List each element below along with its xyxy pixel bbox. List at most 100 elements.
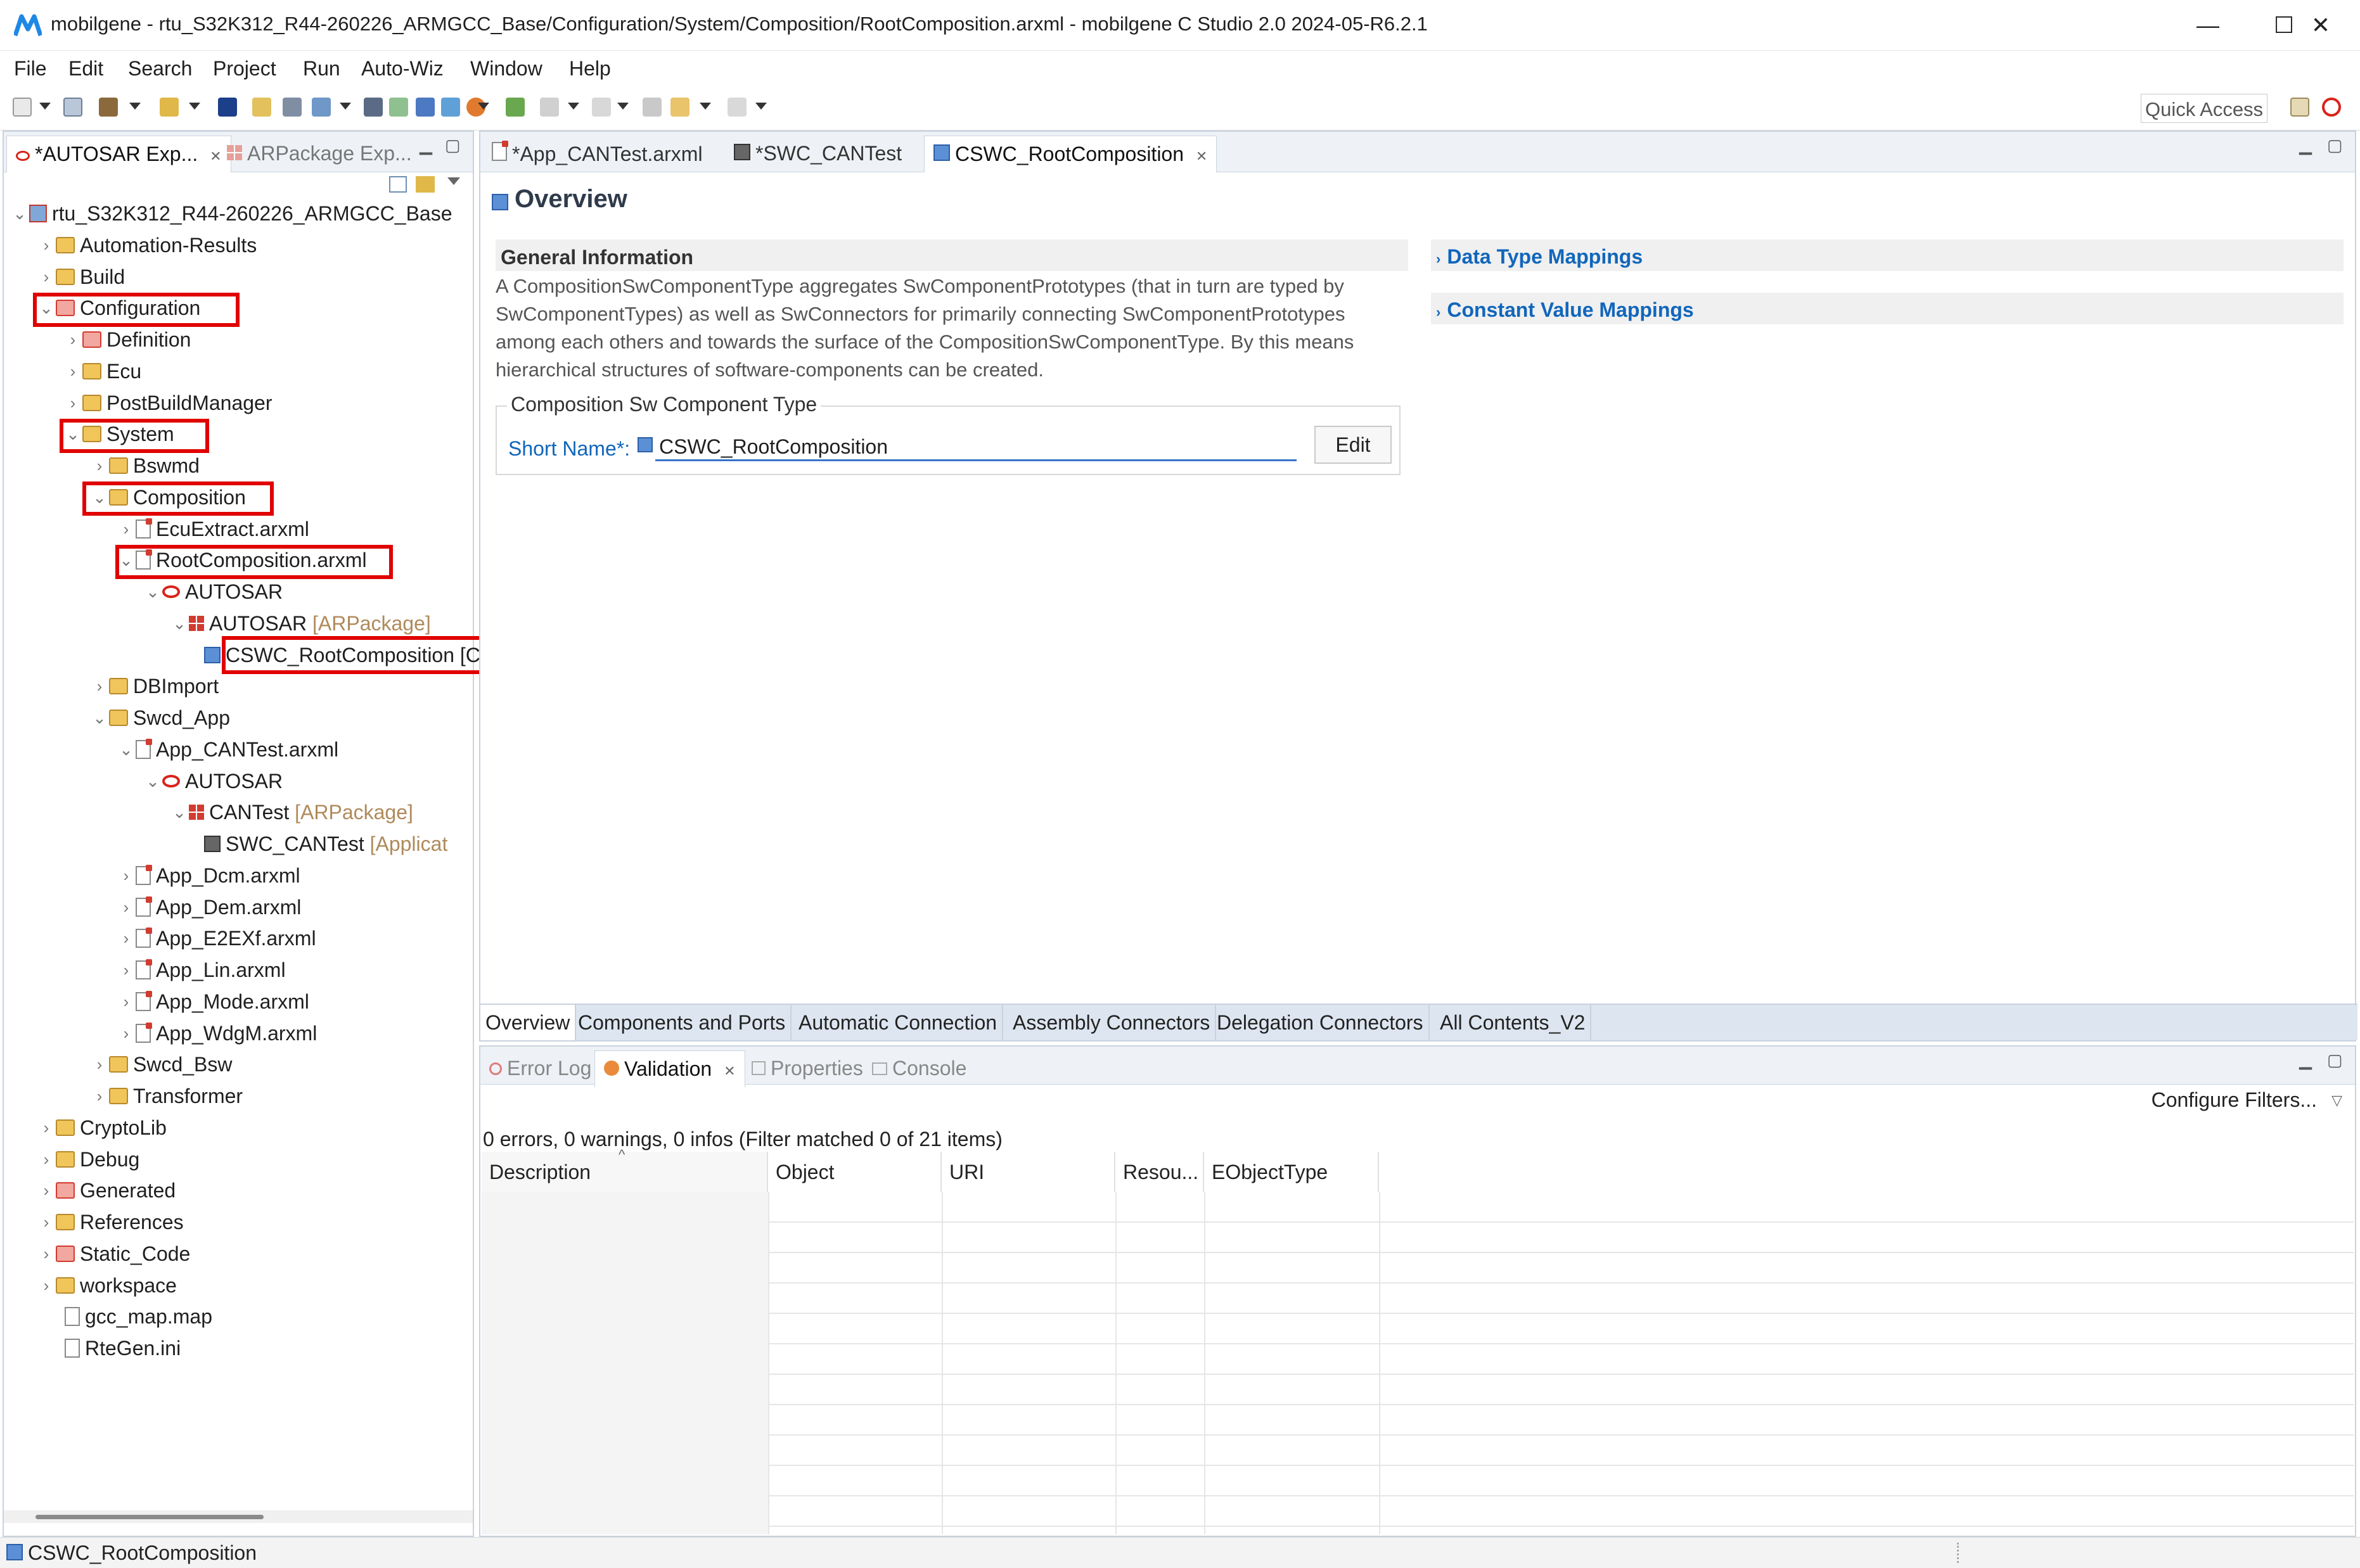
chevron-right-icon[interactable]: ›: [37, 236, 56, 255]
tree-item-generated[interactable]: › Generated: [37, 1175, 176, 1206]
annotation-dropdown-icon[interactable]: [617, 103, 629, 110]
tree-item-ecuextract[interactable]: › EcuExtract.arxml: [117, 513, 309, 545]
tab-arpackage-explorer[interactable]: ARPackage Exp...: [218, 136, 421, 172]
chevron-right-icon[interactable]: ›: [90, 677, 109, 696]
chevron-down-icon[interactable]: ⌄: [143, 772, 162, 791]
chevron-right-icon[interactable]: ›: [117, 519, 136, 539]
chevron-right-icon[interactable]: ›: [117, 898, 136, 917]
frame-icon[interactable]: [389, 98, 408, 117]
column-eobjecttype[interactable]: EObjectType: [1204, 1152, 1379, 1192]
page-tab-assembly-connectors[interactable]: Assembly Connectors: [1008, 1005, 1217, 1040]
chevron-down-icon[interactable]: ⌄: [90, 708, 109, 728]
link-icon[interactable]: [283, 98, 302, 117]
tree-item-static-code[interactable]: › Static_Code: [37, 1238, 191, 1270]
tree-item-cryptolib[interactable]: › CryptoLib: [37, 1112, 167, 1144]
minimize-editor-icon[interactable]: ▁: [2299, 136, 2312, 155]
tab-validation[interactable]: Validation ✕: [594, 1050, 745, 1087]
column-resource[interactable]: Resou...: [1115, 1152, 1204, 1192]
chevron-right-icon[interactable]: ›: [37, 267, 56, 287]
tree-item-definition[interactable]: › Definition: [63, 324, 191, 355]
close-button[interactable]: ✕: [2281, 0, 2360, 51]
menu-file[interactable]: File: [14, 57, 47, 80]
close-tab-icon[interactable]: ✕: [724, 1063, 735, 1079]
tree-item-debug[interactable]: › Debug: [37, 1144, 140, 1175]
tree-item-ecu[interactable]: › Ecu: [63, 355, 141, 387]
tools-icon[interactable]: [416, 98, 435, 117]
chevron-right-icon[interactable]: ›: [90, 456, 109, 476]
collapse-all-icon[interactable]: [389, 176, 407, 193]
book-icon[interactable]: [364, 98, 383, 117]
step-dropdown-icon[interactable]: [568, 103, 579, 110]
tree-item-app-cantest[interactable]: ⌄ App_CANTest.arxml: [117, 734, 338, 765]
step-icon[interactable]: [540, 98, 559, 117]
column-uri[interactable]: URI: [942, 1152, 1115, 1192]
tree-item-autosar-cantest[interactable]: ⌄ AUTOSAR: [143, 765, 283, 797]
tree-item-app-dem[interactable]: › App_Dem.arxml: [117, 891, 302, 923]
tree-item-dbimport[interactable]: › DBImport: [90, 670, 219, 702]
chevron-down-icon[interactable]: ⌄: [170, 614, 189, 634]
menu-window[interactable]: Window: [470, 57, 542, 80]
chart-icon[interactable]: [312, 98, 331, 117]
new-icon[interactable]: [13, 98, 32, 117]
chevron-right-icon[interactable]: ›: [63, 330, 82, 350]
chevron-right-icon[interactable]: ›: [37, 1181, 56, 1201]
chevron-down-icon[interactable]: ⌄: [170, 803, 189, 822]
next-annotation-icon[interactable]: [592, 98, 611, 117]
chevron-right-icon[interactable]: ›: [90, 1087, 109, 1106]
tab-app-cantest[interactable]: *App_CANTest.arxml: [483, 136, 712, 172]
back-dropdown-icon[interactable]: [700, 103, 711, 110]
chart-dropdown-icon[interactable]: [340, 103, 351, 110]
terminal-icon[interactable]: [218, 98, 237, 117]
tree-item-transformer[interactable]: › Transformer: [90, 1080, 243, 1112]
view-menu-icon[interactable]: [447, 177, 460, 185]
chevron-right-icon[interactable]: ›: [63, 393, 82, 413]
tab-cswc-rootcomposition[interactable]: CSWC_RootComposition ✕: [924, 136, 1217, 172]
last-edit-icon[interactable]: [643, 98, 662, 117]
debug-dropdown-icon[interactable]: [478, 103, 489, 110]
page-tab-delegation-connectors[interactable]: Delegation Connectors: [1212, 1005, 1430, 1040]
data-type-mappings-section[interactable]: › Data Type Mappings: [1431, 239, 2344, 271]
minimize-view-icon[interactable]: ▁: [2299, 1050, 2312, 1070]
tree-item-autosar-root[interactable]: ⌄ AUTOSAR: [143, 576, 283, 608]
menu-run[interactable]: Run: [303, 57, 340, 80]
maximize-view-icon[interactable]: ▢: [2327, 1050, 2343, 1070]
tree-item-swc-cantest[interactable]: SWC_CANTest [Applicat: [204, 828, 447, 860]
chevron-right-icon[interactable]: ›: [117, 866, 136, 886]
tree-item-automation-results[interactable]: › Automation-Results: [37, 229, 257, 261]
minimize-button[interactable]: —: [2170, 0, 2246, 51]
tree-item-swcd-bsw[interactable]: › Swcd_Bsw: [90, 1049, 233, 1080]
tree-item-bswmd[interactable]: › Bswmd: [90, 450, 200, 481]
menu-search[interactable]: Search: [128, 57, 192, 80]
view-menu-icon[interactable]: ▽: [2331, 1092, 2342, 1109]
new-dropdown-icon[interactable]: [39, 103, 51, 110]
chevron-right-icon[interactable]: ›: [117, 960, 136, 980]
menu-auto-wiz[interactable]: Auto-Wiz: [361, 57, 444, 80]
tree-item-app-dcm[interactable]: › App_Dcm.arxml: [117, 860, 300, 891]
tree-item-project[interactable]: ⌄ rtu_S32K312_R44-260226_ARMGCC_Base: [10, 198, 452, 229]
tree-item-references[interactable]: › References: [37, 1206, 184, 1238]
configure-filters-link[interactable]: Configure Filters...: [2152, 1088, 2317, 1112]
tab-console[interactable]: Console: [863, 1050, 975, 1087]
tab-autosar-explorer[interactable]: *AUTOSAR Exp... ✕: [6, 136, 231, 172]
run-icon[interactable]: [506, 98, 525, 117]
star-icon[interactable]: [252, 98, 271, 117]
constant-value-mappings-section[interactable]: › Constant Value Mappings: [1431, 293, 2344, 324]
tab-swc-cantest[interactable]: *SWC_CANTest: [725, 136, 911, 172]
wand-icon[interactable]: [160, 98, 179, 117]
chevron-right-icon[interactable]: ›: [117, 929, 136, 948]
tree-item-app-e2exf[interactable]: › App_E2EXf.arxml: [117, 922, 316, 954]
tree-item-rtegen-ini[interactable]: RteGen.ini: [65, 1332, 181, 1364]
edit-button[interactable]: Edit: [1314, 426, 1392, 464]
column-object[interactable]: Object: [768, 1152, 942, 1192]
chevron-right-icon[interactable]: ›: [37, 1244, 56, 1264]
open-perspective-icon[interactable]: [2290, 98, 2309, 117]
tree-item-build[interactable]: › Build: [37, 261, 125, 293]
tree-item-postbuildmanager[interactable]: › PostBuildManager: [63, 387, 273, 419]
tree-item-swcd-app[interactable]: ⌄ Swcd_App: [90, 702, 230, 734]
chevron-right-icon[interactable]: ›: [117, 1024, 136, 1043]
quick-access-input[interactable]: Quick Access: [2141, 94, 2267, 123]
scrollbar-thumb[interactable]: [35, 1515, 264, 1519]
save-icon[interactable]: [63, 98, 82, 117]
tree-item-workspace[interactable]: › workspace: [37, 1270, 177, 1301]
build-icon[interactable]: [99, 98, 118, 117]
